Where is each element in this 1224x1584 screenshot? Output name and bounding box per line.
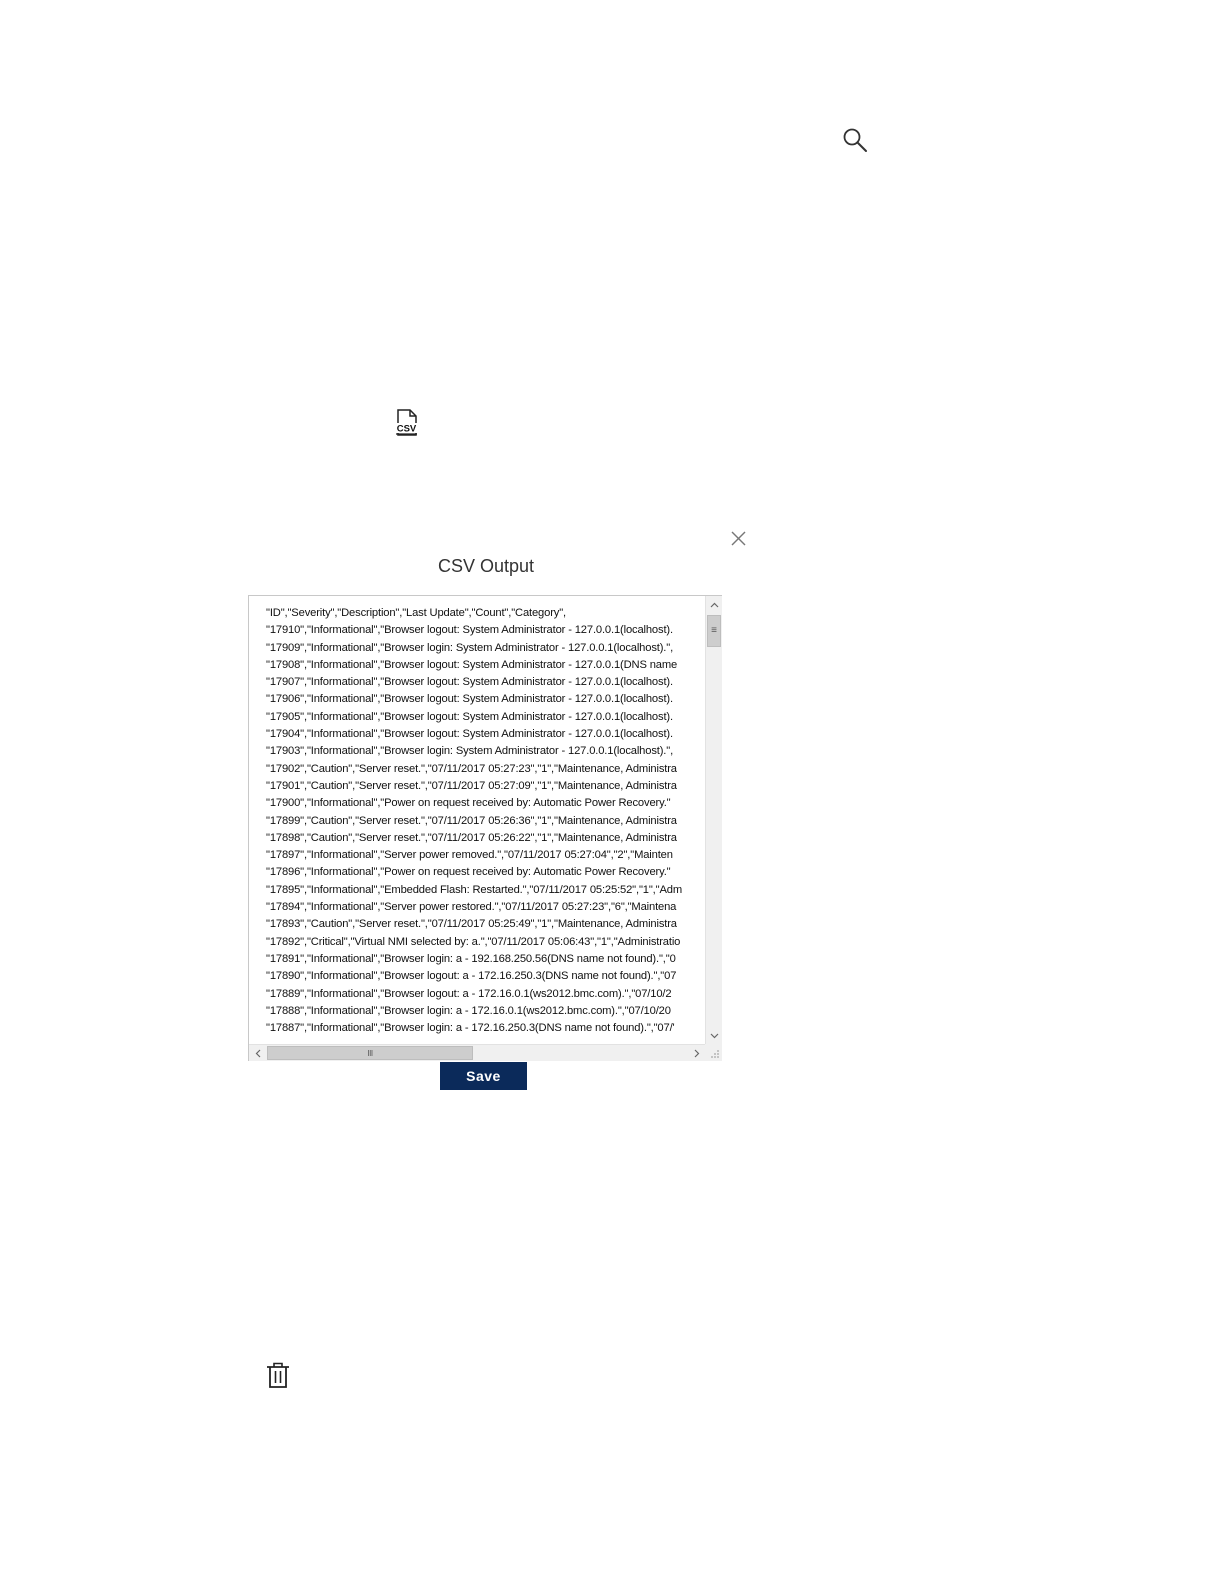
csv-line: "17890","Informational","Browser logout:… <box>266 970 677 983</box>
csv-line: "17901","Caution","Server reset.","07/11… <box>266 779 677 792</box>
csv-line: "17892","Critical","Virtual NMI selected… <box>266 935 681 948</box>
vertical-scroll-thumb[interactable]: ≡ <box>707 615 721 647</box>
csv-line: "17910","Informational","Browser logout:… <box>266 624 673 637</box>
scroll-left-arrow-icon[interactable] <box>249 1045 266 1061</box>
csv-line: "17889","Informational","Browser logout:… <box>266 987 672 1000</box>
close-icon[interactable] <box>730 530 747 547</box>
csv-output-textarea[interactable]: "ID","Severity","Description","Last Upda… <box>248 595 722 1061</box>
csv-file-icon[interactable]: CSV <box>395 409 419 437</box>
csv-line: "17894","Informational","Server power re… <box>266 901 677 914</box>
csv-line: "17907","Informational","Browser logout:… <box>266 676 673 689</box>
scroll-right-arrow-icon[interactable] <box>688 1045 705 1061</box>
csv-line: "17893","Caution","Server reset.","07/11… <box>266 918 677 931</box>
scroll-down-arrow-icon[interactable] <box>706 1027 722 1044</box>
scroll-up-arrow-icon[interactable] <box>706 596 722 613</box>
csv-output-content[interactable]: "ID","Severity","Description","Last Upda… <box>249 596 704 1044</box>
horizontal-scroll-thumb[interactable]: III <box>267 1046 473 1060</box>
trash-icon[interactable] <box>265 1361 291 1389</box>
csv-line: "17906","Informational","Browser logout:… <box>266 693 673 706</box>
resize-grip-icon[interactable] <box>705 1044 722 1061</box>
csv-line: "17904","Informational","Browser logout:… <box>266 728 673 741</box>
csv-line: "ID","Severity","Description","Last Upda… <box>266 607 566 619</box>
csv-line: "17908","Informational","Browser logout:… <box>266 658 678 671</box>
horizontal-scroll-grip: III <box>367 1048 373 1058</box>
vertical-scrollbar[interactable]: ≡ <box>705 596 722 1044</box>
csv-icon-label: CSV <box>397 424 417 435</box>
csv-line: "17887","Informational","Browser login: … <box>266 1022 675 1035</box>
csv-line: "17898","Caution","Server reset.","07/11… <box>266 831 677 844</box>
csv-line: "17905","Informational","Browser logout:… <box>266 710 673 723</box>
csv-line: "17896","Informational","Power on reques… <box>266 866 671 879</box>
csv-line: "17895","Informational","Embedded Flash:… <box>266 883 683 896</box>
csv-line: "17897","Informational","Server power re… <box>266 849 673 862</box>
csv-line: "17909","Informational","Browser login: … <box>266 641 674 654</box>
search-icon[interactable] <box>842 127 868 153</box>
save-button[interactable]: Save <box>440 1062 527 1090</box>
csv-line: "17891","Informational","Browser login: … <box>266 952 676 965</box>
csv-line: "17902","Caution","Server reset.","07/11… <box>266 762 677 775</box>
csv-line: "17899","Caution","Server reset.","07/11… <box>266 814 677 827</box>
csv-line: "17888","Informational","Browser login: … <box>266 1004 671 1017</box>
vertical-scroll-grip: ≡ <box>711 625 717 636</box>
csv-line: "17900","Informational","Power on reques… <box>266 797 671 810</box>
csv-file-icon-graphic: CSV <box>395 409 418 436</box>
horizontal-scrollbar[interactable]: III <box>249 1044 705 1061</box>
csv-line: "17903","Informational","Browser login: … <box>266 745 674 758</box>
dialog-title: CSV Output <box>437 556 535 576</box>
csv-lines: "ID","Severity","Description","Last Upda… <box>249 596 704 1037</box>
